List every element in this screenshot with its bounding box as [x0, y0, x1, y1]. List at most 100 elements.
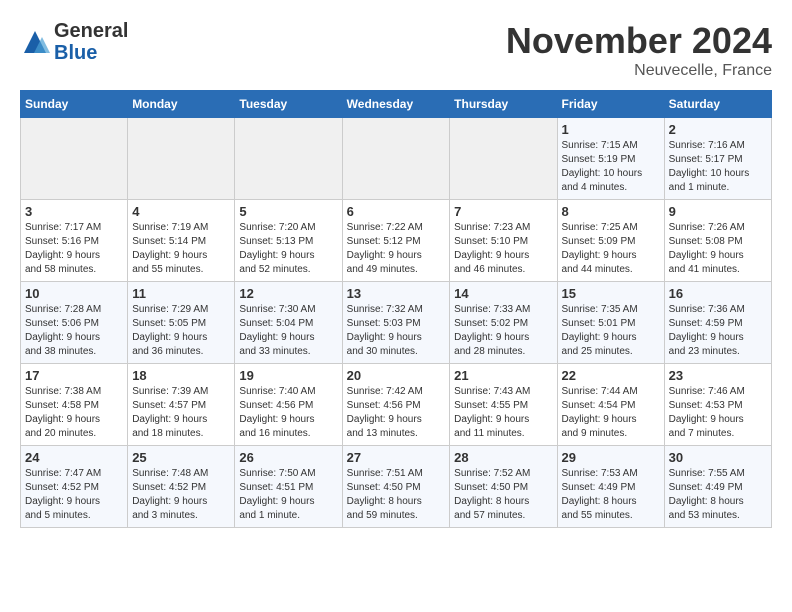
day-number: 16 — [669, 286, 767, 301]
calendar-cell: 1 Sunrise: 7:15 AM Sunset: 5:19 PM Daylig… — [557, 118, 664, 200]
day-number: 27 — [347, 450, 446, 465]
day-info: Sunrise: 7:28 AM Sunset: 5:06 PM Dayligh… — [25, 303, 123, 359]
day-info: Sunrise: 7:22 AM Sunset: 5:12 PM Dayligh… — [347, 221, 446, 277]
calendar-cell: 15 Sunrise: 7:35 AM Sunset: 5:01 PM Dayli… — [557, 282, 664, 364]
calendar-cell: 18 Sunrise: 7:39 AM Sunset: 4:57 PM Dayli… — [128, 364, 235, 446]
calendar-cell: 2 Sunrise: 7:16 AM Sunset: 5:17 PM Daylig… — [664, 118, 771, 200]
day-info: Sunrise: 7:40 AM Sunset: 4:56 PM Dayligh… — [239, 385, 337, 441]
calendar-table: SundayMondayTuesdayWednesdayThursdayFrid… — [20, 90, 772, 528]
calendar-cell — [235, 118, 342, 200]
calendar-cell: 10Sunrise: 7:28 AM Sunset: 5:06 PM Dayli… — [21, 282, 128, 364]
day-number: 20 — [347, 368, 446, 383]
day-info: Sunrise: 7:52 AM Sunset: 4:50 PM Dayligh… — [454, 467, 552, 523]
day-number: 13 — [347, 286, 446, 301]
calendar-cell: 3Sunrise: 7:17 AM Sunset: 5:16 PM Daylig… — [21, 200, 128, 282]
day-number: 7 — [454, 204, 552, 219]
header: General Blue November 2024 Neuvecelle, F… — [20, 20, 772, 80]
day-info: Sunrise: 7:50 AM Sunset: 4:51 PM Dayligh… — [239, 467, 337, 523]
calendar-cell: 12 Sunrise: 7:30 AM Sunset: 5:04 PM Dayli… — [235, 282, 342, 364]
day-info: Sunrise: 7:25 AM Sunset: 5:09 PM Dayligh… — [562, 221, 660, 277]
calendar-cell: 14 Sunrise: 7:33 AM Sunset: 5:02 PM Dayli… — [450, 282, 557, 364]
day-info: Sunrise: 7:26 AM Sunset: 5:08 PM Dayligh… — [669, 221, 767, 277]
week-row-4: 24Sunrise: 7:47 AM Sunset: 4:52 PM Dayli… — [21, 446, 772, 528]
week-row-0: 1 Sunrise: 7:15 AM Sunset: 5:19 PM Daylig… — [21, 118, 772, 200]
day-number: 14 — [454, 286, 552, 301]
day-info: Sunrise: 7:39 AM Sunset: 4:57 PM Dayligh… — [132, 385, 230, 441]
calendar-cell: 27 Sunrise: 7:51 AM Sunset: 4:50 PM Dayli… — [342, 446, 450, 528]
day-number: 29 — [562, 450, 660, 465]
day-number: 30 — [669, 450, 767, 465]
day-info: Sunrise: 7:48 AM Sunset: 4:52 PM Dayligh… — [132, 467, 230, 523]
day-number: 2 — [669, 122, 767, 137]
day-info: Sunrise: 7:38 AM Sunset: 4:58 PM Dayligh… — [25, 385, 123, 441]
day-info: Sunrise: 7:30 AM Sunset: 5:04 PM Dayligh… — [239, 303, 337, 359]
header-cell-monday: Monday — [128, 91, 235, 118]
header-cell-friday: Friday — [557, 91, 664, 118]
day-number: 8 — [562, 204, 660, 219]
day-info: Sunrise: 7:43 AM Sunset: 4:55 PM Dayligh… — [454, 385, 552, 441]
header-cell-saturday: Saturday — [664, 91, 771, 118]
day-number: 11 — [132, 286, 230, 301]
calendar-cell — [342, 118, 450, 200]
day-number: 26 — [239, 450, 337, 465]
day-info: Sunrise: 7:15 AM Sunset: 5:19 PM Dayligh… — [562, 139, 660, 195]
location: Neuvecelle, France — [506, 62, 772, 80]
day-number: 17 — [25, 368, 123, 383]
calendar-cell — [450, 118, 557, 200]
header-cell-tuesday: Tuesday — [235, 91, 342, 118]
day-info: Sunrise: 7:53 AM Sunset: 4:49 PM Dayligh… — [562, 467, 660, 523]
logo-icon — [20, 27, 50, 57]
day-number: 23 — [669, 368, 767, 383]
day-number: 19 — [239, 368, 337, 383]
day-info: Sunrise: 7:20 AM Sunset: 5:13 PM Dayligh… — [239, 221, 337, 277]
day-info: Sunrise: 7:55 AM Sunset: 4:49 PM Dayligh… — [669, 467, 767, 523]
calendar-cell: 29 Sunrise: 7:53 AM Sunset: 4:49 PM Dayli… — [557, 446, 664, 528]
day-info: Sunrise: 7:35 AM Sunset: 5:01 PM Dayligh… — [562, 303, 660, 359]
calendar-header: SundayMondayTuesdayWednesdayThursdayFrid… — [21, 91, 772, 118]
day-info: Sunrise: 7:33 AM Sunset: 5:02 PM Dayligh… — [454, 303, 552, 359]
header-cell-wednesday: Wednesday — [342, 91, 450, 118]
day-info: Sunrise: 7:19 AM Sunset: 5:14 PM Dayligh… — [132, 221, 230, 277]
logo-blue: Blue — [54, 42, 97, 64]
day-info: Sunrise: 7:47 AM Sunset: 4:52 PM Dayligh… — [25, 467, 123, 523]
calendar-cell — [21, 118, 128, 200]
calendar-cell: 6Sunrise: 7:22 AM Sunset: 5:12 PM Daylig… — [342, 200, 450, 282]
day-number: 28 — [454, 450, 552, 465]
day-info: Sunrise: 7:17 AM Sunset: 5:16 PM Dayligh… — [25, 221, 123, 277]
logo-general: General — [54, 20, 128, 42]
calendar-cell: 4 Sunrise: 7:19 AM Sunset: 5:14 PM Daylig… — [128, 200, 235, 282]
calendar-cell: 7Sunrise: 7:23 AM Sunset: 5:10 PM Daylig… — [450, 200, 557, 282]
day-info: Sunrise: 7:29 AM Sunset: 5:05 PM Dayligh… — [132, 303, 230, 359]
header-row: SundayMondayTuesdayWednesdayThursdayFrid… — [21, 91, 772, 118]
calendar-cell: 9 Sunrise: 7:26 AM Sunset: 5:08 PM Daylig… — [664, 200, 771, 282]
day-number: 12 — [239, 286, 337, 301]
day-info: Sunrise: 7:16 AM Sunset: 5:17 PM Dayligh… — [669, 139, 767, 195]
logo: General Blue — [20, 20, 128, 64]
week-row-3: 17 Sunrise: 7:38 AM Sunset: 4:58 PM Dayli… — [21, 364, 772, 446]
calendar-cell: 22Sunrise: 7:44 AM Sunset: 4:54 PM Dayli… — [557, 364, 664, 446]
calendar-cell: 8 Sunrise: 7:25 AM Sunset: 5:09 PM Daylig… — [557, 200, 664, 282]
day-info: Sunrise: 7:51 AM Sunset: 4:50 PM Dayligh… — [347, 467, 446, 523]
calendar-cell: 17 Sunrise: 7:38 AM Sunset: 4:58 PM Dayli… — [21, 364, 128, 446]
calendar-cell: 19 Sunrise: 7:40 AM Sunset: 4:56 PM Dayli… — [235, 364, 342, 446]
day-number: 18 — [132, 368, 230, 383]
day-info: Sunrise: 7:46 AM Sunset: 4:53 PM Dayligh… — [669, 385, 767, 441]
calendar-cell: 13 Sunrise: 7:32 AM Sunset: 5:03 PM Dayli… — [342, 282, 450, 364]
day-number: 1 — [562, 122, 660, 137]
calendar-cell: 24Sunrise: 7:47 AM Sunset: 4:52 PM Dayli… — [21, 446, 128, 528]
day-number: 15 — [562, 286, 660, 301]
day-info: Sunrise: 7:32 AM Sunset: 5:03 PM Dayligh… — [347, 303, 446, 359]
calendar-cell — [128, 118, 235, 200]
week-row-2: 10Sunrise: 7:28 AM Sunset: 5:06 PM Dayli… — [21, 282, 772, 364]
day-number: 9 — [669, 204, 767, 219]
header-cell-thursday: Thursday — [450, 91, 557, 118]
calendar-cell: 25Sunrise: 7:48 AM Sunset: 4:52 PM Dayli… — [128, 446, 235, 528]
day-number: 4 — [132, 204, 230, 219]
title-area: November 2024 Neuvecelle, France — [506, 20, 772, 80]
month-title: November 2024 — [506, 20, 772, 62]
calendar-body: 1 Sunrise: 7:15 AM Sunset: 5:19 PM Daylig… — [21, 118, 772, 528]
day-number: 22 — [562, 368, 660, 383]
calendar-cell: 26 Sunrise: 7:50 AM Sunset: 4:51 PM Dayli… — [235, 446, 342, 528]
calendar-cell: 16Sunrise: 7:36 AM Sunset: 4:59 PM Dayli… — [664, 282, 771, 364]
day-number: 5 — [239, 204, 337, 219]
